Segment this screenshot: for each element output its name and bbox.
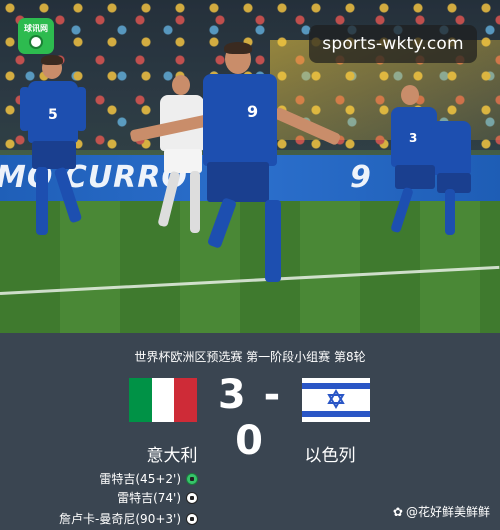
- scorer-text: 雷特吉(74'): [117, 491, 181, 505]
- competition-title: 世界杯欧洲区预选赛 第一阶段小组赛 第8轮: [134, 350, 366, 364]
- penalty-ball-icon: [186, 472, 198, 485]
- match-photo: MO CURRO 9 5 9 3 球讯网 sports-wkty.com: [0, 0, 500, 333]
- scorer-row: 詹卢卡-曼奇尼(90+3'): [59, 510, 198, 527]
- home-team-name: 意大利: [146, 446, 198, 466]
- watermark: sports-wkty.com: [309, 25, 477, 63]
- credit-text: @花好鲜美鲜鲜: [405, 505, 490, 519]
- paw-icon: ✿: [392, 504, 403, 519]
- logo-text: 球讯网: [24, 23, 48, 33]
- soccer-ball-icon: [186, 491, 198, 504]
- soccer-ball-icon: [186, 512, 198, 525]
- player-number: 3: [409, 131, 418, 145]
- author-credit: ✿ @花好鲜美鲜鲜: [393, 503, 490, 520]
- israel-flag-icon: [302, 378, 370, 422]
- italy-flag-icon: [129, 378, 197, 422]
- site-logo: 球讯网: [18, 18, 54, 54]
- player-right: 3: [385, 85, 485, 245]
- player-number: 5: [48, 107, 58, 123]
- scorer-row: 雷特吉(74'): [117, 489, 198, 506]
- player-left: 5: [20, 55, 100, 255]
- scorer-row: 雷特吉(45+2'): [99, 470, 198, 487]
- away-team-name: 以色列: [304, 446, 356, 466]
- scorer-text: 詹卢卡-曼奇尼(90+3'): [59, 512, 181, 526]
- player-number: 9: [247, 102, 259, 121]
- scorer-text: 雷特吉(45+2'): [99, 472, 181, 486]
- player-center: 9: [125, 40, 345, 290]
- soccer-ball-icon: [29, 34, 43, 49]
- ad-board-text-right: 9: [350, 160, 372, 195]
